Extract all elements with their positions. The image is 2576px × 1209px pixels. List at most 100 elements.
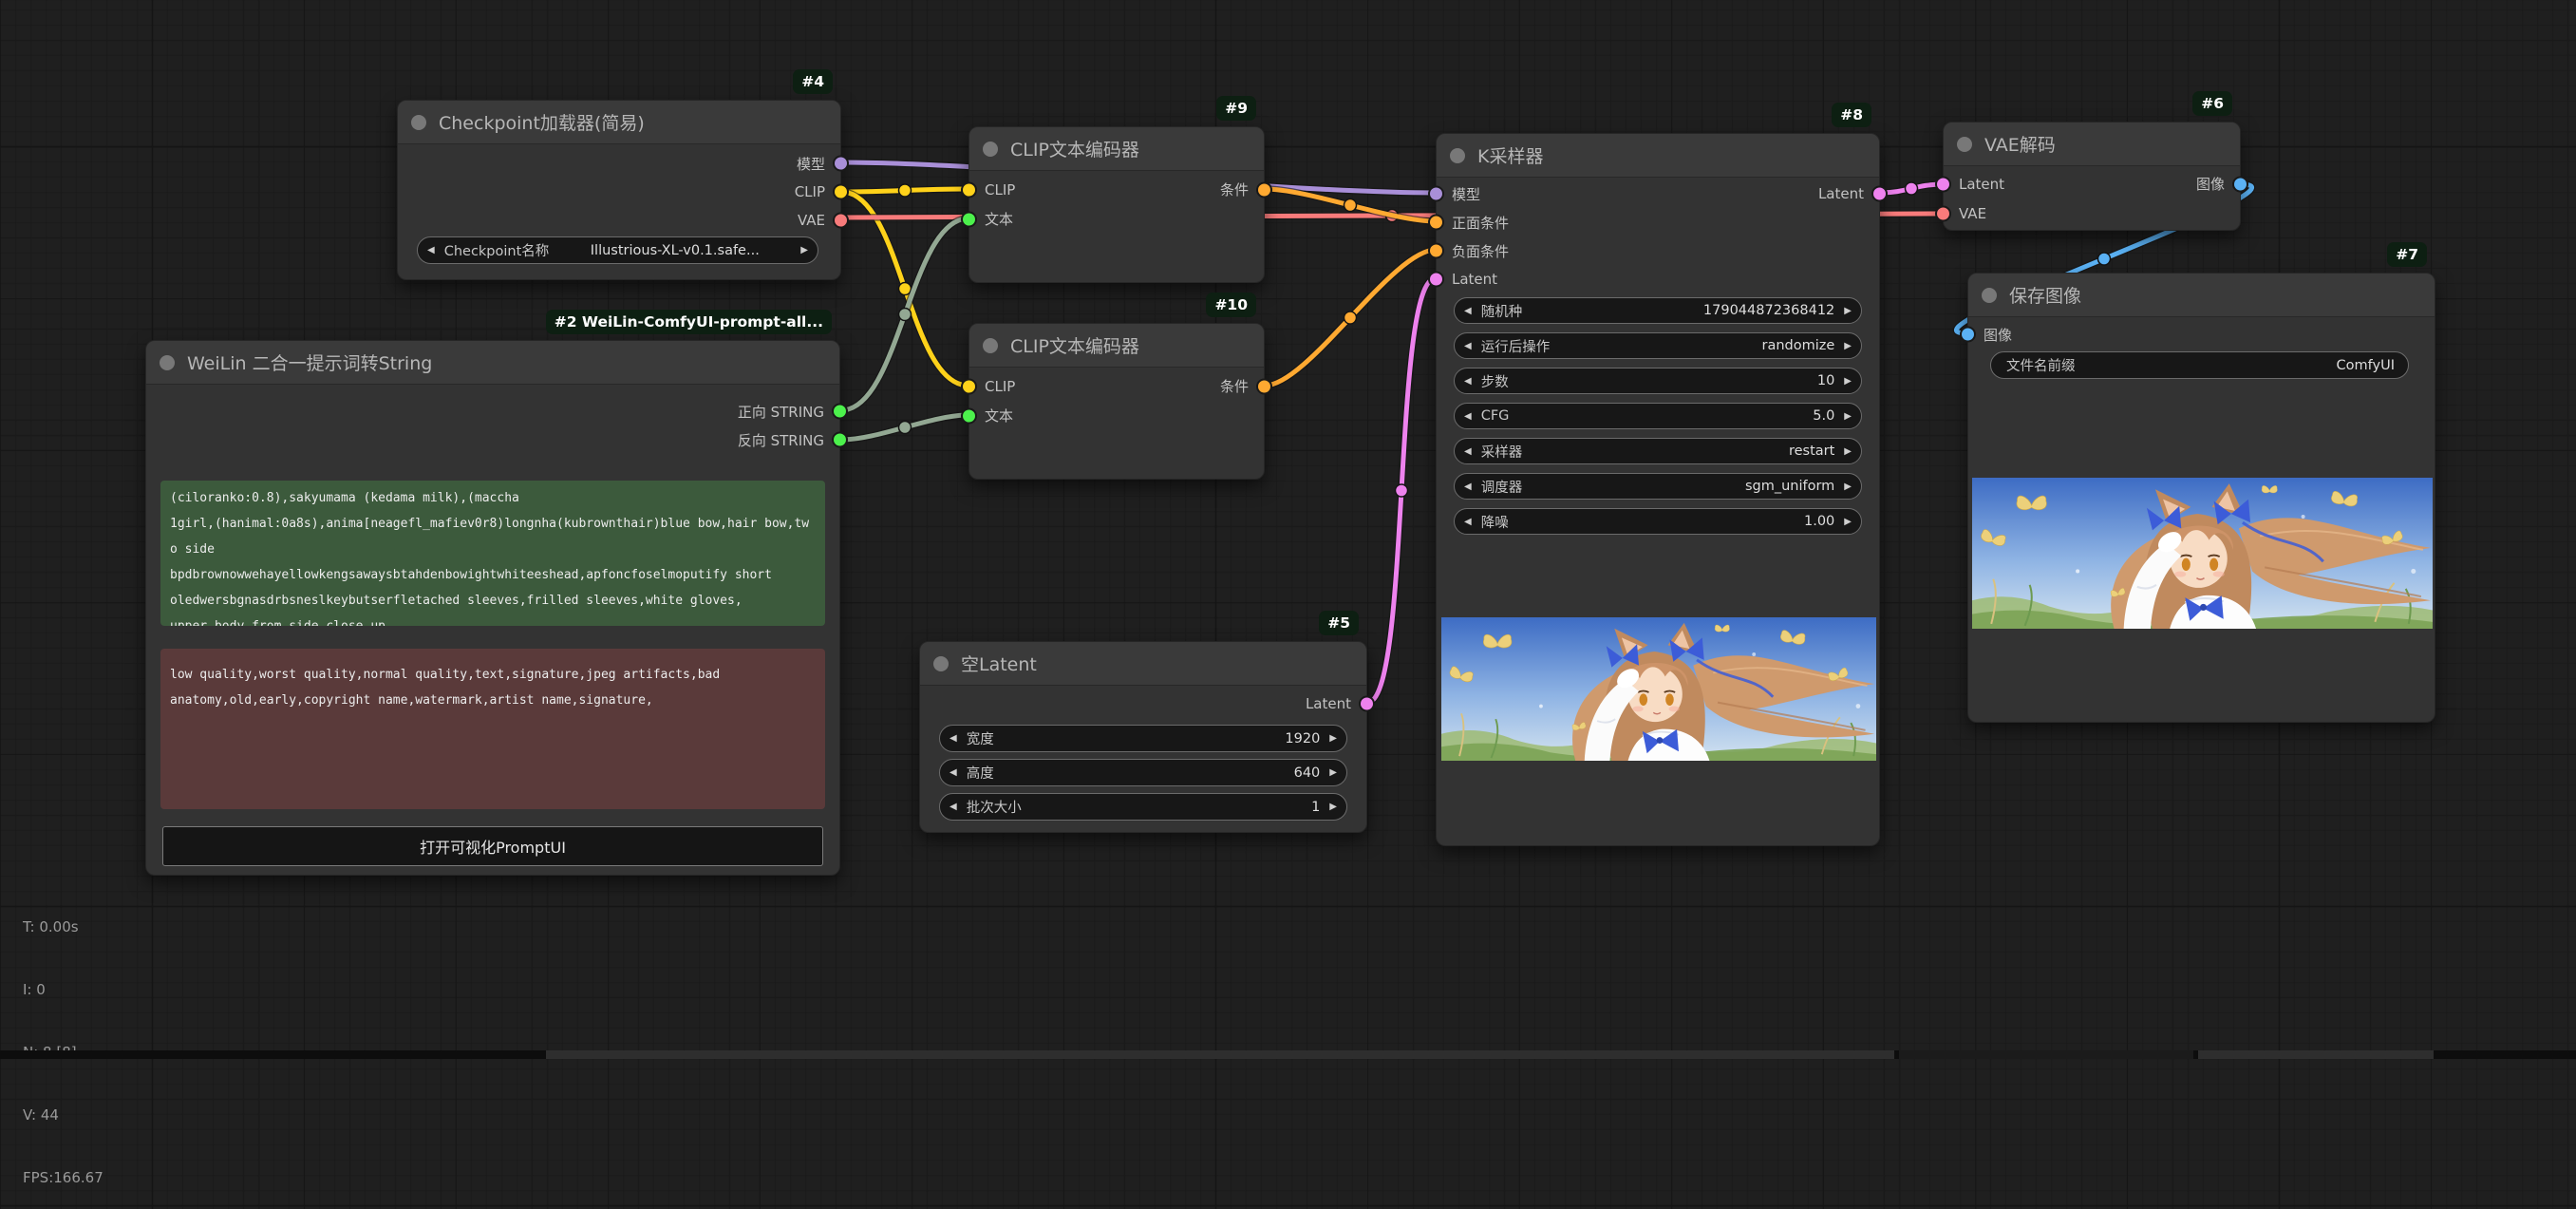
collapse-dot-icon[interactable]: [160, 355, 175, 370]
checkpoint-name-widget[interactable]: ◀ Checkpoint名称 Illustrious-XL-v0.1.safe.…: [417, 236, 818, 264]
prev-arrow-icon[interactable]: ◀: [1464, 306, 1472, 316]
model-input-port[interactable]: [1428, 186, 1444, 202]
positive-cond-input-port[interactable]: [1428, 215, 1444, 231]
node-title-bar[interactable]: VAE解码: [1944, 123, 2240, 166]
node-title-bar[interactable]: Checkpoint加载器(简易): [398, 101, 840, 144]
link-midpoint-dot[interactable]: [1344, 199, 1357, 212]
cond-output-port[interactable]: [1256, 378, 1272, 394]
prev-arrow-icon[interactable]: ◀: [950, 767, 957, 778]
latent-input-port[interactable]: [1428, 272, 1444, 288]
stat-version: V: 44: [23, 1105, 103, 1125]
taskbar-segment: [2198, 1050, 2434, 1059]
prev-arrow-icon[interactable]: ◀: [1464, 411, 1472, 422]
widget-denoise[interactable]: ◀ 降噪 1.00 ▶: [1454, 508, 1862, 535]
link-midpoint-dot[interactable]: [1344, 312, 1357, 324]
link-midpoint-dot[interactable]: [1906, 182, 1918, 195]
node-clip-encode-positive[interactable]: #9 CLIP文本编码器 CLIP 条件 文本: [968, 126, 1265, 283]
link-midpoint-dot[interactable]: [899, 422, 912, 434]
next-arrow-icon[interactable]: ▶: [800, 245, 808, 255]
collapse-dot-icon[interactable]: [1982, 288, 1997, 303]
link-midpoint-dot[interactable]: [1396, 484, 1408, 497]
positive-prompt-textarea[interactable]: (ciloranko:0.8),sakyumama (kedama milk),…: [160, 481, 825, 626]
clip-input-port[interactable]: [961, 378, 977, 394]
cond-output-port[interactable]: [1256, 181, 1272, 198]
next-arrow-icon[interactable]: ▶: [1329, 767, 1337, 778]
node-title-bar[interactable]: CLIP文本编码器: [969, 324, 1264, 368]
prev-arrow-icon[interactable]: ◀: [1464, 482, 1472, 492]
link-midpoint-dot[interactable]: [2098, 253, 2111, 265]
node-ksampler[interactable]: #8 K采样器 模型 Latent 正面条件 负面条件 Latent ◀ 随机种…: [1436, 133, 1880, 846]
next-arrow-icon[interactable]: ▶: [1844, 341, 1852, 351]
output-label: 正向 STRING: [738, 402, 824, 422]
next-arrow-icon[interactable]: ▶: [1329, 733, 1337, 744]
collapse-dot-icon[interactable]: [933, 656, 949, 671]
row-negative-cond: 负面条件: [1437, 236, 1879, 265]
widget-height[interactable]: ◀ 高度 640 ▶: [939, 759, 1347, 786]
graph-canvas[interactable]: { "glyphs": {"left": "◀", "right": "▶"},…: [0, 0, 2576, 1059]
widget-scheduler[interactable]: ◀ 调度器 sgm_uniform ▶: [1454, 473, 1862, 500]
prev-arrow-icon[interactable]: ◀: [950, 802, 957, 812]
node-title-bar[interactable]: 保存图像: [1968, 274, 2435, 317]
negative-prompt-textarea[interactable]: low quality,worst quality,normal quality…: [160, 649, 825, 809]
widget-control-after-generate[interactable]: ◀ 运行后操作 randomize ▶: [1454, 332, 1862, 359]
prev-arrow-icon[interactable]: ◀: [950, 733, 957, 744]
widget-label: 批次大小: [967, 797, 1022, 817]
negative-string-output-port[interactable]: [832, 432, 848, 448]
clip-output-port[interactable]: [833, 184, 849, 200]
next-arrow-icon[interactable]: ▶: [1844, 517, 1852, 527]
collapse-dot-icon[interactable]: [983, 142, 998, 157]
collapse-dot-icon[interactable]: [411, 115, 426, 130]
node-clip-encode-negative[interactable]: #10 CLIP文本编码器 CLIP 条件 文本: [968, 323, 1265, 480]
image-input-port[interactable]: [1960, 327, 1976, 343]
widget-steps[interactable]: ◀ 步数 10 ▶: [1454, 368, 1862, 394]
next-arrow-icon[interactable]: ▶: [1844, 411, 1852, 422]
collapse-dot-icon[interactable]: [1957, 137, 1972, 152]
node-title-bar[interactable]: WeiLin 二合一提示词转String: [146, 341, 839, 385]
row-clip-cond: CLIP 条件: [969, 175, 1264, 204]
next-arrow-icon[interactable]: ▶: [1329, 802, 1337, 812]
positive-string-output-port[interactable]: [832, 404, 848, 420]
node-checkpoint-loader[interactable]: #4 Checkpoint加载器(简易) 模型 CLIP VAE ◀ Check…: [397, 100, 841, 280]
taskbar-segment: [1899, 1050, 2193, 1059]
model-output-port[interactable]: [833, 156, 849, 172]
text-input-port[interactable]: [961, 211, 977, 227]
widget-seed[interactable]: ◀ 随机种 179044872368412 ▶: [1454, 297, 1862, 324]
prev-arrow-icon[interactable]: ◀: [1464, 517, 1472, 527]
prev-arrow-icon[interactable]: ◀: [1464, 341, 1472, 351]
node-title-bar[interactable]: K采样器: [1437, 134, 1879, 178]
negative-cond-input-port[interactable]: [1428, 243, 1444, 259]
filename-prefix-widget[interactable]: 文件名前缀 ComfyUI: [1990, 351, 2409, 379]
widget-cfg[interactable]: ◀ CFG 5.0 ▶: [1454, 403, 1862, 429]
latent-output-port[interactable]: [1359, 696, 1375, 712]
link-midpoint-dot[interactable]: [899, 184, 912, 197]
vae-input-port[interactable]: [1935, 205, 1951, 221]
latent-input-port[interactable]: [1935, 176, 1951, 192]
widget-width[interactable]: ◀ 宽度 1920 ▶: [939, 725, 1347, 752]
node-weilin-prompt[interactable]: #2 WeiLin-ComfyUI-prompt-all... WeiLin 二…: [145, 340, 840, 876]
clip-input-port[interactable]: [961, 181, 977, 198]
collapse-dot-icon[interactable]: [1450, 148, 1465, 163]
widget-batch-size[interactable]: ◀ 批次大小 1 ▶: [939, 793, 1347, 821]
latent-output-port[interactable]: [1871, 186, 1888, 202]
widget-sampler[interactable]: ◀ 采样器 restart ▶: [1454, 438, 1862, 464]
next-arrow-icon[interactable]: ▶: [1844, 446, 1852, 457]
node-title-bar[interactable]: 空Latent: [920, 642, 1366, 686]
next-arrow-icon[interactable]: ▶: [1844, 376, 1852, 387]
prev-arrow-icon[interactable]: ◀: [1464, 376, 1472, 387]
node-title-bar[interactable]: CLIP文本编码器: [969, 127, 1264, 171]
node-vae-decode[interactable]: #6 VAE解码 Latent 图像 VAE: [1943, 122, 2241, 231]
node-empty-latent[interactable]: #5 空Latent Latent ◀ 宽度 1920 ▶ ◀ 高度 640 ▶…: [919, 641, 1367, 833]
widget-value: 179044872368412: [1703, 303, 1834, 318]
collapse-dot-icon[interactable]: [983, 338, 998, 353]
prev-arrow-icon[interactable]: ◀: [1464, 446, 1472, 457]
vae-output-port[interactable]: [833, 213, 849, 229]
next-arrow-icon[interactable]: ▶: [1844, 482, 1852, 492]
image-output-port[interactable]: [2232, 176, 2248, 192]
open-prompt-ui-button[interactable]: 打开可视化PromptUI: [162, 826, 823, 866]
node-save-image[interactable]: #7 保存图像 图像 文件名前缀 ComfyUI: [1967, 273, 2435, 723]
link-midpoint-dot[interactable]: [899, 309, 912, 321]
text-input-port[interactable]: [961, 407, 977, 424]
prev-arrow-icon[interactable]: ◀: [427, 245, 435, 255]
next-arrow-icon[interactable]: ▶: [1844, 306, 1852, 316]
widget-value: restart: [1789, 444, 1834, 459]
